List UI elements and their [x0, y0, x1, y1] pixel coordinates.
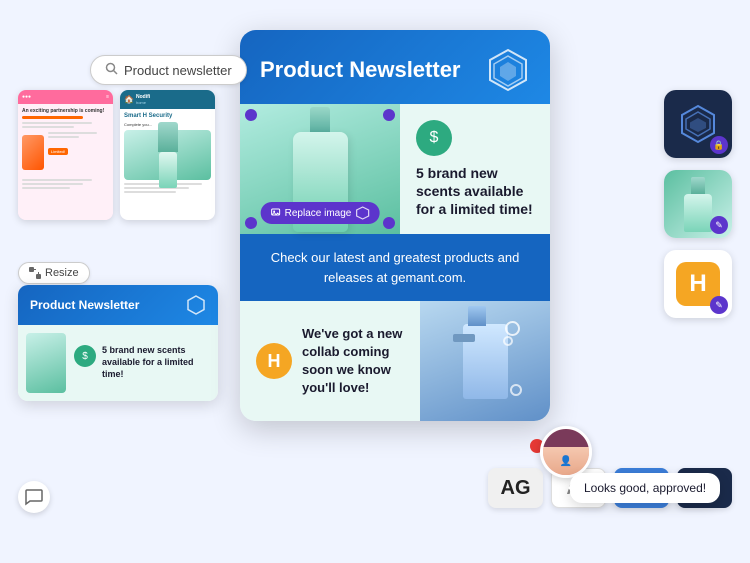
search-icon: [105, 62, 118, 78]
collab-text: We've got a new collab coming soon we kn…: [302, 325, 404, 398]
collab-text-area: H We've got a new collab coming soon we …: [240, 301, 420, 421]
edit-badge-bottle: ✎: [710, 216, 728, 234]
mini-hex-icon: [186, 295, 206, 315]
scent-icon: $: [416, 120, 452, 156]
mini-product-image: [26, 333, 66, 393]
replace-image-button[interactable]: Replace image: [261, 202, 380, 224]
right-icon-h-badge[interactable]: H ✎: [664, 250, 732, 318]
approval-message: Looks good, approved!: [584, 481, 706, 495]
avatar-hair: [543, 429, 589, 447]
mini-card-header: Product Newsletter: [18, 285, 218, 325]
template-card-2[interactable]: 🏠 Nodifi home Smart H Security Complete …: [120, 90, 215, 220]
right-icon-bottle[interactable]: ✎: [664, 170, 732, 238]
resize-label: Resize: [45, 267, 79, 279]
ag-bold-icon[interactable]: AG: [488, 468, 543, 508]
resize-button[interactable]: Resize: [18, 262, 90, 284]
mini-section: $ 5 brand new scents available for a lim…: [18, 325, 218, 401]
section2-text: Check our latest and greatest products a…: [260, 248, 530, 287]
replace-image-label: Replace image: [285, 208, 352, 219]
chat-icon[interactable]: [18, 481, 50, 513]
header-hex-icon: [486, 48, 530, 92]
main-card-title: Product Newsletter: [260, 57, 461, 83]
mini-section-text: 5 brand new scents available for a limit…: [102, 345, 210, 380]
main-newsletter-card: Product Newsletter Replace image $: [240, 30, 550, 421]
edit-badge-h: ✎: [710, 296, 728, 314]
tc2-header: 🏠 Nodifi home: [120, 90, 215, 109]
tc1-body: An exciting partnership is coming! Limit…: [18, 104, 113, 220]
main-section-3: H We've got a new collab coming soon we …: [240, 301, 550, 421]
mini-newsletter-card: Product Newsletter $ 5 brand new scents …: [18, 285, 218, 401]
h-badge: H: [256, 343, 292, 379]
product-image-area: Replace image: [240, 104, 400, 234]
template-card-1[interactable]: ●●●≡ An exciting partnership is coming! …: [18, 90, 113, 220]
approval-bubble: Looks good, approved!: [570, 473, 720, 503]
section1-text: 5 brand new scents available for a limit…: [416, 164, 534, 219]
user-avatar[interactable]: 👤: [540, 426, 592, 478]
avatar-face: 👤: [543, 429, 589, 475]
collab-image-area: [420, 301, 550, 421]
lock-badge: 🔒: [710, 136, 728, 154]
right-icons-column: 🔒 ✎ H ✎: [664, 90, 732, 318]
main-card-header: Product Newsletter: [240, 30, 550, 104]
mini-card-title: Product Newsletter: [30, 298, 139, 312]
tc2-body: Smart H Security Complete you...: [120, 109, 215, 197]
mini-scent-icon: $: [74, 345, 96, 367]
section1-text-area: $ 5 brand new scents available for a lim…: [400, 108, 550, 231]
main-section-2: Check our latest and greatest products a…: [240, 234, 550, 301]
search-value: Product newsletter: [124, 63, 232, 78]
main-section-1: Replace image $ 5 brand new scents avail…: [240, 104, 550, 234]
search-bar[interactable]: Product newsletter: [90, 55, 247, 85]
tc1-header: ●●●≡: [18, 90, 113, 104]
right-icon-hex[interactable]: 🔒: [664, 90, 732, 158]
ag-bold-label: AG: [501, 477, 531, 500]
